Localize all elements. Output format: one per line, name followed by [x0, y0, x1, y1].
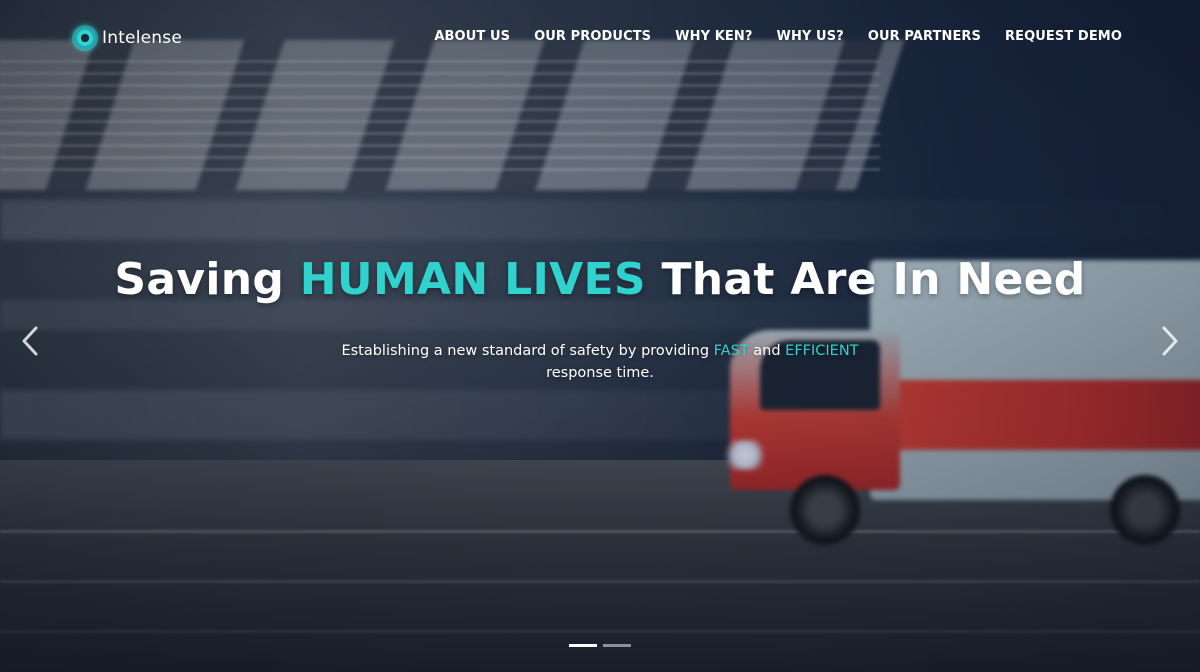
subtitle-part2: and — [748, 343, 786, 359]
headline-accent: HUMAN LIVES — [299, 254, 646, 305]
brand-logo-icon — [72, 25, 98, 51]
chevron-left-icon — [22, 326, 38, 356]
subtitle-accent-efficient: EFFICIENT — [785, 343, 859, 359]
subtitle-line2: response time. — [546, 365, 654, 381]
headline-part2: That Are In Need — [645, 254, 1086, 305]
brand-name: Intelense — [102, 28, 182, 48]
hero-overlay — [0, 0, 1200, 672]
nav-item-why-us[interactable]: WHY US? — [777, 29, 844, 44]
hero-subtitle: Establishing a new standard of safety by… — [0, 340, 1200, 384]
top-navbar: Intelense ABOUT US OUR PRODUCTS WHY KEN?… — [0, 0, 1200, 76]
carousel-indicator-1[interactable] — [569, 644, 597, 647]
brand-logo-link[interactable]: Intelense — [72, 25, 182, 51]
nav-item-our-partners[interactable]: OUR PARTNERS — [868, 29, 981, 44]
chevron-right-icon — [1162, 326, 1178, 356]
carousel-prev-button[interactable] — [12, 323, 48, 359]
nav-menu: ABOUT US OUR PRODUCTS WHY KEN? WHY US? O… — [434, 29, 1122, 44]
nav-item-why-ken[interactable]: WHY KEN? — [675, 29, 752, 44]
subtitle-accent-fast: FAST — [713, 343, 749, 359]
carousel-indicator-2[interactable] — [603, 644, 631, 647]
subtitle-line1: Establishing a new standard of safety by… — [0, 340, 1200, 362]
nav-item-request-demo[interactable]: REQUEST DEMO — [1005, 29, 1122, 44]
headline-part1: Saving — [114, 254, 300, 305]
hero-headline: Saving HUMAN LIVES That Are In Need — [0, 254, 1200, 305]
carousel-indicators — [0, 644, 1200, 647]
carousel-next-button[interactable] — [1152, 323, 1188, 359]
nav-item-about-us[interactable]: ABOUT US — [434, 29, 510, 44]
hero-carousel: Intelense ABOUT US OUR PRODUCTS WHY KEN?… — [0, 0, 1200, 672]
nav-item-our-products[interactable]: OUR PRODUCTS — [534, 29, 651, 44]
subtitle-part1: Establishing a new standard of safety by… — [341, 343, 714, 359]
